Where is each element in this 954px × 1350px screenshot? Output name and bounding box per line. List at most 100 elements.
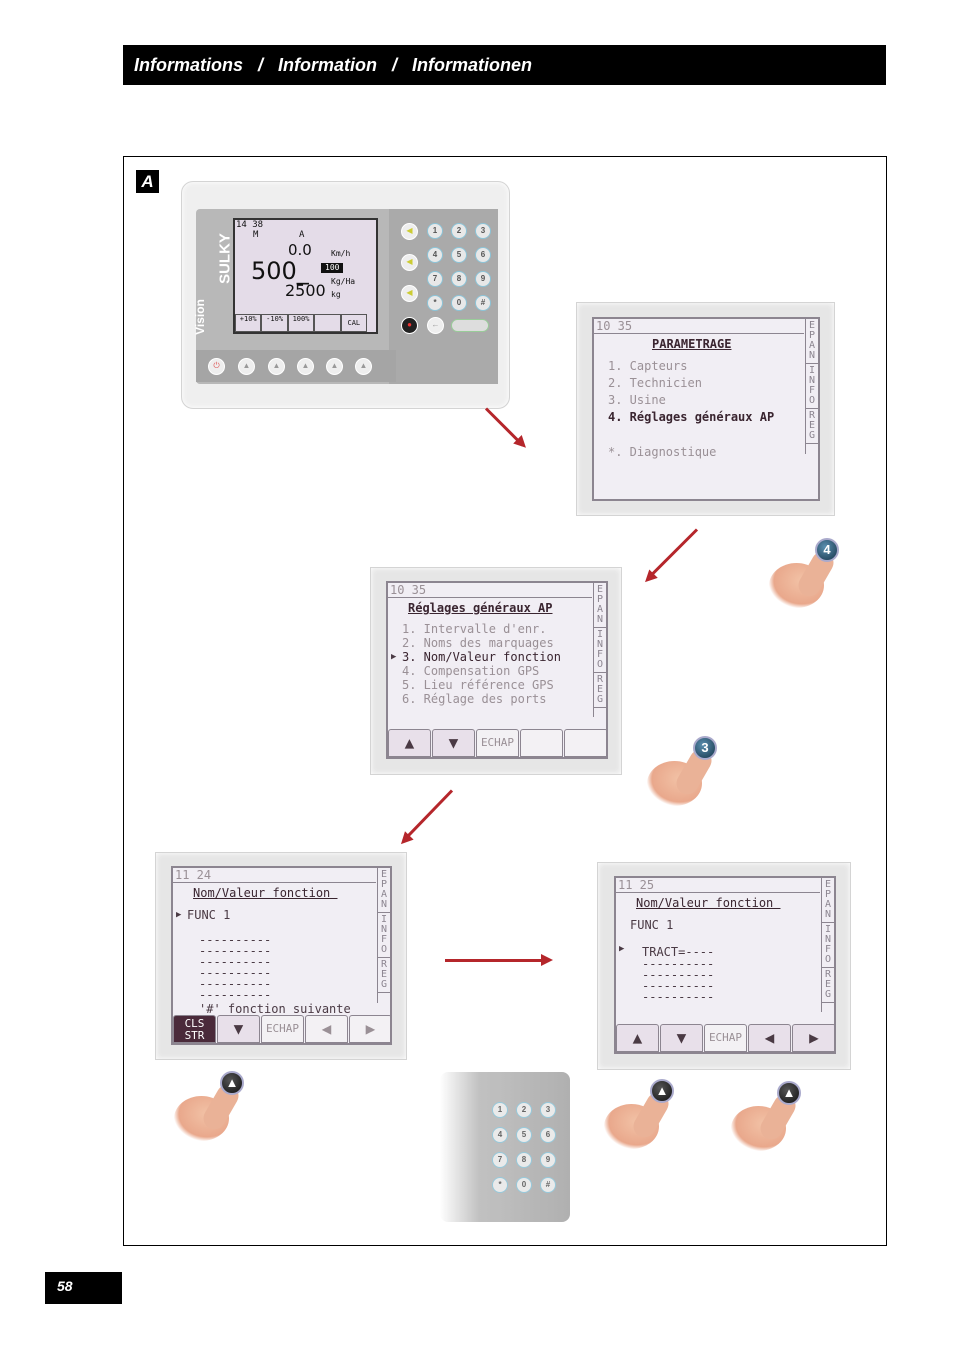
- softkey-up[interactable]: ▲: [388, 729, 431, 757]
- softkey-empty[interactable]: [520, 729, 563, 757]
- display: 11 24 Nom/Valeur fonction ▶ FUNC 1 -----…: [171, 866, 392, 1045]
- softkey-down[interactable]: ▼: [217, 1015, 260, 1043]
- screen-parametrage: 10 35 PARAMETRAGE 1. Capteurs 2. Technic…: [576, 302, 835, 516]
- menu-item-reglage-ports[interactable]: 6. Réglage des ports: [402, 692, 547, 706]
- keypad-key[interactable]: 8: [451, 271, 467, 287]
- keypad-key[interactable]: 4: [427, 247, 443, 263]
- keypad-key[interactable]: 9: [540, 1152, 556, 1168]
- softkey-right[interactable]: ▶: [792, 1024, 834, 1052]
- keypad-key[interactable]: 1: [427, 223, 443, 239]
- side-arrow-button[interactable]: ◀: [401, 223, 418, 240]
- function-button[interactable]: ▲: [326, 358, 343, 375]
- menu-title: Réglages généraux AP: [408, 601, 553, 615]
- keypad-key[interactable]: 3: [475, 223, 491, 239]
- tab-reg[interactable]: REG: [806, 409, 818, 444]
- softkey-echap[interactable]: ECHAP: [261, 1015, 304, 1043]
- tab-reg[interactable]: REG: [594, 673, 606, 708]
- softkey-100[interactable]: 100%: [287, 314, 315, 332]
- function-button[interactable]: ▲: [297, 358, 314, 375]
- tab-info[interactable]: INFO: [378, 913, 390, 958]
- side-tabs: EPAN INFO REG: [593, 583, 606, 717]
- keypad-key[interactable]: 6: [475, 247, 491, 263]
- model-logo: Vision: [193, 299, 207, 335]
- softkey-left[interactable]: ◀: [748, 1024, 791, 1052]
- function-button[interactable]: ▲: [268, 358, 285, 375]
- keypad-key[interactable]: 0: [516, 1177, 532, 1193]
- arrow-up-icon: ▲: [777, 1081, 801, 1105]
- menu-item-reglages-generaux[interactable]: 4. Réglages généraux AP: [608, 410, 774, 424]
- keypad-key[interactable]: *: [492, 1177, 508, 1193]
- function-button[interactable]: ▲: [355, 358, 372, 375]
- terminal-display: 14 38 M A 0.0 Km/h 500_ 100 Kg/Ha 2500 k…: [233, 218, 378, 334]
- finger-press-key-4: 4: [769, 538, 839, 618]
- keypad-inset: 1 2 3 4 5 6 7 8 9 * 0 #: [440, 1072, 570, 1222]
- name-line[interactable]: ----------: [199, 988, 271, 1002]
- arrow-up-icon: ▲: [220, 1071, 244, 1095]
- keypad-key[interactable]: 8: [516, 1152, 532, 1168]
- function-button[interactable]: ▲: [238, 358, 255, 375]
- tab-epan[interactable]: EPAN: [594, 583, 606, 628]
- tab-info[interactable]: INFO: [806, 364, 818, 409]
- tab-reg[interactable]: REG: [822, 968, 834, 1003]
- softkey-right[interactable]: ▶: [349, 1015, 390, 1043]
- softkey-down[interactable]: ▼: [432, 729, 475, 757]
- page-header: Informations / Information / Information…: [123, 45, 886, 85]
- tab-reg[interactable]: REG: [378, 958, 390, 993]
- menu-item-technicien[interactable]: 2. Technicien: [608, 376, 702, 390]
- keypad-key[interactable]: 7: [492, 1152, 508, 1168]
- keypad-key[interactable]: *: [427, 295, 443, 311]
- softkey-boom[interactable]: [314, 314, 341, 332]
- side-arrow-button[interactable]: ◀: [401, 285, 418, 302]
- softkey-plus10[interactable]: +10%: [235, 314, 262, 332]
- keypad-key[interactable]: #: [475, 295, 491, 311]
- keypad-key[interactable]: 2: [451, 223, 467, 239]
- menu-item-lieu-reference[interactable]: 5. Lieu référence GPS: [402, 678, 554, 692]
- keypad-key[interactable]: 3: [540, 1102, 556, 1118]
- display-time: 10 35: [594, 319, 804, 334]
- softkey-cls-str[interactable]: CLS STR: [173, 1015, 216, 1043]
- menu-item-noms-marquages[interactable]: 2. Noms des marquages: [402, 636, 554, 650]
- menu-item-compensation-gps[interactable]: 4. Compensation GPS: [402, 664, 539, 678]
- back-button[interactable]: ←: [427, 317, 444, 334]
- tab-info[interactable]: INFO: [822, 923, 834, 968]
- keypad-key[interactable]: 6: [540, 1127, 556, 1143]
- menu-item-intervalle[interactable]: 1. Intervalle d'enr.: [402, 622, 547, 636]
- menu-button[interactable]: ●: [401, 317, 418, 334]
- terminal-softkeys: +10% -10% 100% CAL: [235, 314, 368, 332]
- power-button[interactable]: ⏻: [208, 358, 225, 375]
- softkey-empty[interactable]: [564, 729, 606, 757]
- keypad-key[interactable]: 2: [516, 1102, 532, 1118]
- tab-epan[interactable]: EPAN: [806, 319, 818, 364]
- tab-epan[interactable]: EPAN: [378, 868, 390, 913]
- keypad-key[interactable]: #: [540, 1177, 556, 1193]
- menu-item-diagnostique[interactable]: *. Diagnostique: [608, 445, 716, 459]
- keypad-key[interactable]: 0: [451, 295, 467, 311]
- menu-item-nom-valeur[interactable]: 3. Nom/Valeur fonction: [402, 650, 561, 664]
- keypad-key[interactable]: 5: [516, 1127, 532, 1143]
- keypad-key[interactable]: 1: [492, 1102, 508, 1118]
- menu-item-usine[interactable]: 3. Usine: [608, 393, 666, 407]
- softkey-cal[interactable]: CAL: [340, 314, 368, 332]
- name-line[interactable]: ----------: [642, 990, 714, 1004]
- keypad-key[interactable]: 5: [451, 247, 467, 263]
- tab-info[interactable]: INFO: [594, 628, 606, 673]
- softkey-echap[interactable]: ECHAP: [476, 729, 519, 757]
- bottom-button-row: ⏻ ▲ ▲ ▲ ▲ ▲: [196, 350, 396, 382]
- keypad-key[interactable]: 7: [427, 271, 443, 287]
- speed-value: 0.0: [288, 241, 312, 259]
- softkey-minus10[interactable]: -10%: [261, 314, 288, 332]
- softkey-up[interactable]: ▲: [616, 1024, 659, 1052]
- figure-label: A: [136, 170, 159, 193]
- enter-button[interactable]: [451, 319, 489, 332]
- keypad-key[interactable]: 4: [492, 1127, 508, 1143]
- display-time: 10 35: [388, 583, 592, 598]
- keypad-area: ◀ ◀ ◀ ● 1 2 3 4 5 6 7 8 9 * 0 # ←: [389, 209, 498, 384]
- menu-item-capteurs[interactable]: 1. Capteurs: [608, 359, 687, 373]
- softkey-left[interactable]: ◀: [305, 1015, 348, 1043]
- keypad-key[interactable]: 9: [475, 271, 491, 287]
- side-arrow-button[interactable]: ◀: [401, 254, 418, 271]
- tab-epan[interactable]: EPAN: [822, 878, 834, 923]
- softkey-down[interactable]: ▼: [660, 1024, 703, 1052]
- softkey-echap[interactable]: ECHAP: [704, 1024, 747, 1052]
- display: 10 35 PARAMETRAGE 1. Capteurs 2. Technic…: [592, 317, 820, 501]
